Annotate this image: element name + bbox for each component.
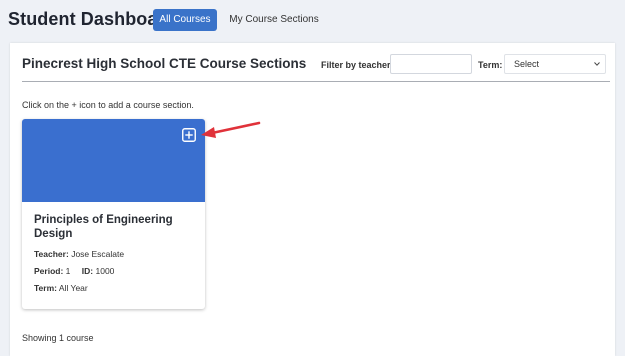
term-select[interactable]: Select xyxy=(504,54,606,74)
id-label: ID: xyxy=(81,266,94,276)
card-term-label: Term: xyxy=(34,283,57,293)
period-label: Period: xyxy=(34,266,64,276)
term-line: Term: All Year xyxy=(34,283,88,293)
term-select-value: Select xyxy=(514,59,540,69)
tab-my-course-sections[interactable]: My Course Sections xyxy=(228,9,320,31)
teacher-value: Jose Escalate xyxy=(71,249,125,259)
teacher-label: Teacher: xyxy=(34,249,69,259)
plus-square-icon[interactable] xyxy=(182,128,196,142)
panel-title: Pinecrest High School CTE Course Section… xyxy=(22,56,307,71)
instruction-text: Click on the + icon to add a course sect… xyxy=(22,100,194,110)
term-label: Term: xyxy=(478,60,503,70)
results-count: Showing 1 course xyxy=(22,333,94,343)
course-card: Principles of Engineering Design Teacher… xyxy=(22,119,205,309)
card-term-value: All Year xyxy=(58,283,88,293)
period-value: 1 xyxy=(65,266,71,276)
tab-all-courses[interactable]: All Courses xyxy=(153,9,217,31)
app-title: Student Dashboard xyxy=(8,9,176,29)
chevron-down-icon xyxy=(594,62,600,66)
course-sections-panel: Pinecrest High School CTE Course Section… xyxy=(10,43,615,356)
header-divider xyxy=(22,81,610,82)
filter-teacher-input[interactable] xyxy=(390,54,472,74)
filter-teacher-label: Filter by teacher: xyxy=(321,60,394,70)
top-bar: Student Dashboard All Courses My Course … xyxy=(0,0,625,40)
course-card-banner xyxy=(22,119,205,202)
period-id-line: Period: 1 ID: 1000 xyxy=(34,266,114,276)
teacher-line: Teacher: Jose Escalate xyxy=(34,249,124,259)
course-title: Principles of Engineering Design xyxy=(34,214,173,240)
id-value: 1000 xyxy=(95,266,115,276)
